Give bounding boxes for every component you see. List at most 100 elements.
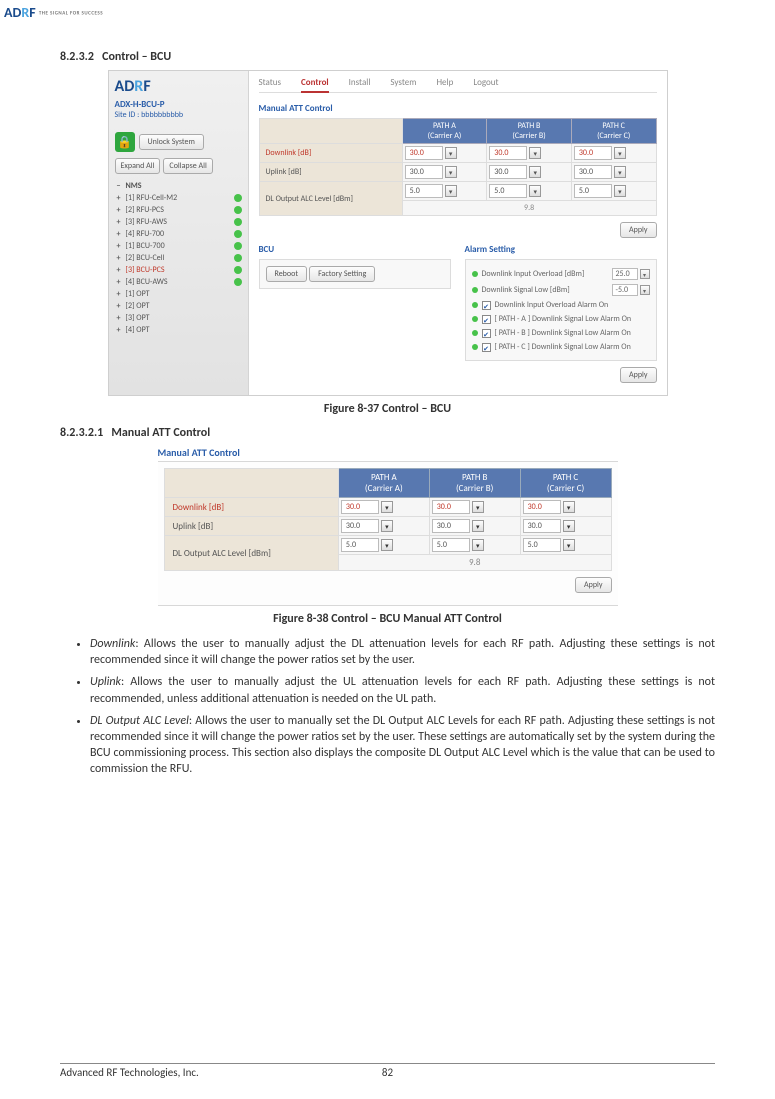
alarm-checkbox[interactable]: [482, 329, 491, 338]
unlock-button[interactable]: Unlock System: [139, 134, 204, 150]
cell: 5.0▾: [571, 182, 656, 201]
col-blank: [259, 119, 402, 144]
reboot-button[interactable]: Reboot: [266, 266, 308, 282]
tree-item[interactable]: +[4] OPT: [115, 324, 242, 336]
tab-status[interactable]: Status: [259, 77, 282, 88]
tab-help[interactable]: Help: [436, 77, 453, 88]
tree-item[interactable]: +[1] OPT: [115, 288, 242, 300]
value-input[interactable]: 30.0: [405, 165, 443, 179]
value-input[interactable]: 30.0: [432, 500, 470, 514]
factory-setting-button[interactable]: Factory Setting: [309, 266, 375, 282]
dropdown-icon[interactable]: ▾: [563, 539, 575, 551]
status-dot-icon: [472, 271, 478, 277]
dropdown-icon[interactable]: ▾: [445, 185, 457, 197]
tree-item[interactable]: +[1] RFU-Cell-M2: [115, 192, 242, 204]
dropdown-icon[interactable]: ▾: [472, 501, 484, 513]
status-dot-icon: [234, 194, 242, 202]
row-label: Downlink [dB]: [164, 498, 338, 517]
cell: 30.0▾: [571, 163, 656, 182]
cell: 30.0▾: [487, 144, 572, 163]
value-input[interactable]: 5.0: [523, 538, 561, 552]
apply-button[interactable]: Apply: [620, 222, 657, 238]
alarm-row: Downlink Signal Low [dBm]-5.0▾: [472, 282, 650, 298]
tree-item[interactable]: +[2] BCU-Cell: [115, 252, 242, 264]
tree-item[interactable]: +[3] BCU-PCS: [115, 264, 242, 276]
alarm-row: [ PATH - B ] Downlink Signal Low Alarm O…: [472, 326, 650, 340]
value-input[interactable]: 30.0: [432, 519, 470, 533]
alarm-label: Downlink Input Overload [dBm]: [482, 269, 585, 279]
alarm-label: [ PATH - C ] Downlink Signal Low Alarm O…: [495, 342, 631, 352]
tab-system[interactable]: System: [390, 77, 416, 88]
bullet-list: Downlink: Allows the user to manually ad…: [90, 636, 715, 778]
value-input[interactable]: 5.0: [432, 538, 470, 552]
alarm-checkbox[interactable]: [482, 301, 491, 310]
tab-install[interactable]: Install: [349, 77, 371, 88]
value-input[interactable]: 5.0: [405, 184, 443, 198]
tab-bar: Status Control Install System Help Logout: [259, 77, 657, 93]
tree-item[interactable]: +[4] RFU-700: [115, 228, 242, 240]
dropdown-icon[interactable]: ▾: [445, 166, 457, 178]
value-input[interactable]: 5.0: [489, 184, 527, 198]
alarm-value-input[interactable]: 25.0: [612, 268, 638, 280]
dropdown-icon[interactable]: ▾: [381, 520, 393, 532]
nav-tree: −NMS +[1] RFU-Cell-M2+[2] RFU-PCS+[3] RF…: [115, 180, 242, 336]
status-dot-icon: [472, 316, 478, 322]
dropdown-icon[interactable]: ▾: [529, 147, 541, 159]
value-input[interactable]: 5.0: [574, 184, 612, 198]
value-input[interactable]: 30.0: [489, 146, 527, 160]
dropdown-icon[interactable]: ▾: [529, 185, 541, 197]
tab-control[interactable]: Control: [301, 77, 329, 93]
dropdown-icon[interactable]: ▾: [614, 185, 626, 197]
value-input[interactable]: 30.0: [489, 165, 527, 179]
value-input[interactable]: 30.0: [523, 519, 561, 533]
status-dot-icon: [234, 266, 242, 274]
value-input[interactable]: 30.0: [341, 519, 379, 533]
footer-company: Advanced RF Technologies, Inc.: [60, 1066, 199, 1079]
tree-item[interactable]: +[3] OPT: [115, 312, 242, 324]
value-input[interactable]: 30.0: [574, 165, 612, 179]
dropdown-icon[interactable]: ▾: [614, 147, 626, 159]
tree-item[interactable]: +[4] BCU-AWS: [115, 276, 242, 288]
dropdown-icon[interactable]: ▾: [614, 166, 626, 178]
status-dot-icon: [472, 287, 478, 293]
tab-logout[interactable]: Logout: [473, 77, 498, 88]
dropdown-icon[interactable]: ▾: [381, 539, 393, 551]
dropdown-icon[interactable]: ▾: [563, 520, 575, 532]
dropdown-icon[interactable]: ▾: [381, 501, 393, 513]
value-input[interactable]: 30.0: [574, 146, 612, 160]
alarm-apply-button[interactable]: Apply: [620, 367, 657, 383]
alarm-checkbox[interactable]: [482, 315, 491, 324]
value-input[interactable]: 30.0: [405, 146, 443, 160]
tree-item[interactable]: +[3] RFU-AWS: [115, 216, 242, 228]
expand-all-button[interactable]: Expand All: [115, 158, 161, 174]
composite-value: 9.8: [402, 201, 656, 216]
bcu-box: Reboot Factory Setting: [259, 259, 451, 289]
row-label: Uplink [dB]: [164, 517, 338, 536]
site-id-label: Site ID : bbbbbbbbbb: [115, 110, 242, 120]
dropdown-icon[interactable]: ▾: [445, 147, 457, 159]
apply-button-2[interactable]: Apply: [575, 577, 612, 593]
dropdown-icon[interactable]: ▾: [640, 269, 650, 279]
dropdown-icon[interactable]: ▾: [529, 166, 541, 178]
dropdown-icon[interactable]: ▾: [563, 501, 575, 513]
status-dot-icon: [234, 206, 242, 214]
bullet-item: DL Output ALC Level: Allows the user to …: [90, 713, 715, 778]
value-input[interactable]: 30.0: [341, 500, 379, 514]
value-input[interactable]: 30.0: [523, 500, 561, 514]
alarm-row: Downlink Input Overload [dBm] 25.0▾: [472, 266, 650, 282]
figure-caption-2: Figure 8-38 Control – BCU Manual ATT Con…: [60, 612, 715, 626]
dropdown-icon[interactable]: ▾: [472, 520, 484, 532]
dropdown-icon[interactable]: ▾: [472, 539, 484, 551]
manual-att-table-2: PATH A(Carrier A)PATH B(Carrier B)PATH C…: [164, 468, 612, 571]
col-header: PATH C(Carrier C): [571, 119, 656, 144]
value-input[interactable]: 5.0: [341, 538, 379, 552]
dropdown-icon[interactable]: ▾: [640, 285, 650, 295]
manual-att-table: PATH A(Carrier A)PATH B(Carrier B)PATH C…: [259, 118, 657, 216]
composite-value: 9.8: [338, 555, 611, 571]
tree-item[interactable]: +[2] OPT: [115, 300, 242, 312]
tree-item[interactable]: +[2] RFU-PCS: [115, 204, 242, 216]
tree-item[interactable]: +[1] BCU-700: [115, 240, 242, 252]
alarm-value-input[interactable]: -5.0: [612, 284, 638, 296]
alarm-checkbox[interactable]: [482, 343, 491, 352]
collapse-all-button[interactable]: Collapse All: [163, 158, 212, 174]
